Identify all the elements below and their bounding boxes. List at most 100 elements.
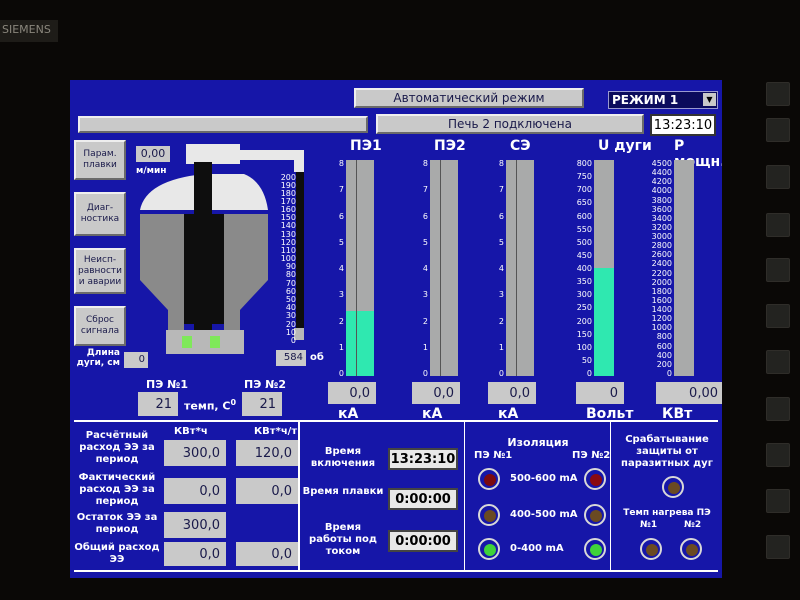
time-value: 0:00:00	[388, 530, 458, 552]
scale-tick: 4000	[651, 186, 672, 196]
gauge-bar	[346, 160, 374, 376]
time-label: Время плавки	[302, 486, 384, 497]
bezel-key[interactable]	[766, 165, 790, 189]
gauge-rule	[356, 160, 357, 376]
gauge-value: 0,00	[656, 382, 722, 404]
scale-tick: 350	[576, 277, 592, 287]
params-button[interactable]: Парам. плавки	[74, 140, 126, 180]
scale-tick: 300	[576, 290, 592, 300]
position-value: 584	[276, 350, 306, 366]
mode-select[interactable]: РЕЖИМ 1 ▼	[608, 91, 718, 109]
gauge-value: 0,0	[328, 382, 376, 404]
scale-tick: 1600	[651, 295, 672, 305]
scale-tick: 3800	[651, 195, 672, 205]
scale-tick: 250	[576, 303, 592, 313]
scale-tick: 5	[338, 237, 344, 247]
consumption-value: 0,0	[236, 478, 298, 504]
scale-tick: 600	[656, 341, 672, 351]
lamp-core	[484, 510, 496, 522]
gauge-bar	[506, 160, 534, 376]
scale-tick: 650	[576, 198, 592, 208]
pe1-temp-value: 21	[138, 392, 178, 416]
heat-rate-title: Темп нагрева ПЭ	[623, 508, 711, 518]
protection-lamp	[662, 476, 684, 498]
scale-tick: 1	[498, 342, 504, 352]
scale-tick: 2	[498, 316, 504, 326]
scale-tick: 3000	[651, 232, 672, 242]
temp-caption-text: темп, С	[184, 399, 231, 413]
gauge-title: ПЭ2	[434, 138, 466, 154]
scale-tick: 7	[498, 185, 504, 195]
scale-tick: 5	[422, 237, 428, 247]
bezel-key[interactable]	[766, 82, 790, 106]
isolation-lamp-pe2	[584, 538, 606, 560]
pe2-temp-label: ПЭ №2	[244, 378, 286, 391]
scale-tick: 800	[576, 159, 592, 168]
scale-tick: 1000	[651, 323, 672, 333]
faults-button[interactable]: Неисп- равности и аварии	[74, 248, 126, 294]
scale-tick: 5	[498, 237, 504, 247]
chevron-down-icon[interactable]: ▼	[703, 93, 716, 106]
isolation-range: 500-600 mA	[510, 473, 578, 484]
bezel-key[interactable]	[766, 489, 790, 513]
scale-tick: 1	[422, 342, 428, 352]
scale-tick: 4	[498, 264, 504, 273]
scale-tick: 150	[576, 329, 592, 339]
scale-tick: 0	[338, 369, 344, 378]
scale-tick: 8	[338, 159, 344, 168]
scale-tick: 200	[656, 359, 672, 369]
consumption-value: 120,0	[236, 440, 298, 466]
lamp-core	[646, 544, 658, 556]
scale-tick: 2600	[651, 250, 672, 260]
scale-tick: 2800	[651, 241, 672, 251]
consumption-value: 0,0	[164, 542, 226, 566]
scale-tick: 0	[290, 336, 296, 345]
consumption-col2: КВт*ч/т	[254, 426, 298, 437]
arc-length-label: Длина дуги, см	[76, 348, 120, 368]
gauge-title: U дуги	[598, 138, 652, 154]
reset-signal-button[interactable]: Сброс сигнала	[74, 306, 126, 346]
bezel-key[interactable]	[766, 443, 790, 467]
gauge-value: 0,0	[488, 382, 536, 404]
gauge-scale: 8 7 6 5 4 3 2 1 0	[496, 160, 504, 378]
lamp-core	[590, 510, 602, 522]
bezel-key[interactable]	[766, 397, 790, 421]
scale-tick: 140	[280, 221, 296, 230]
scale-tick: 7	[422, 185, 428, 195]
isolation-lamp-pe2	[584, 468, 606, 490]
scale-tick: 2	[422, 316, 428, 326]
scale-tick: 4200	[651, 177, 672, 187]
consumption-value: 0,0	[164, 478, 226, 504]
lamp-core	[484, 474, 496, 486]
gauge-fill	[346, 311, 374, 376]
scale-tick: 550	[576, 224, 592, 234]
scale-tick: 4	[338, 264, 344, 273]
heat-rate-pe1: №1	[640, 520, 658, 530]
diagnostics-button[interactable]: Диаг- ностика	[74, 192, 126, 236]
scale-tick: 6	[498, 211, 504, 221]
bezel-key[interactable]	[766, 350, 790, 374]
bezel-key[interactable]	[766, 535, 790, 559]
scale-tick: 450	[576, 250, 592, 260]
scale-tick: 500	[576, 237, 592, 247]
time-label: Время включения	[310, 446, 376, 469]
bezel-key[interactable]	[766, 118, 790, 142]
bezel-key[interactable]	[766, 213, 790, 237]
scale-tick: 0	[666, 369, 672, 378]
bezel-key[interactable]	[766, 258, 790, 282]
scale-tick: 800	[656, 332, 672, 342]
protection-title: Срабатывание защиты от паразитных дуг	[621, 434, 713, 469]
scale-tick: 8	[422, 159, 428, 168]
consumption-row-label: Расчётный расход ЭЭ за период	[79, 430, 155, 465]
scale-tick: 0	[586, 369, 592, 378]
bezel-key[interactable]	[766, 304, 790, 328]
isolation-lamp-pe2	[584, 504, 606, 526]
divider	[74, 420, 718, 422]
scale-tick: 3200	[651, 222, 672, 232]
divider	[298, 422, 300, 572]
lamp-core	[686, 544, 698, 556]
gauge-scale: 8 7 6 5 4 3 2 1 0	[336, 159, 344, 378]
consumption-value: 300,0	[164, 440, 226, 466]
scale-tick: 4500	[651, 159, 672, 168]
gauge: P мощн. 4500 4400 4200 4000 3800 3600 3400 3200 3…	[652, 138, 722, 428]
